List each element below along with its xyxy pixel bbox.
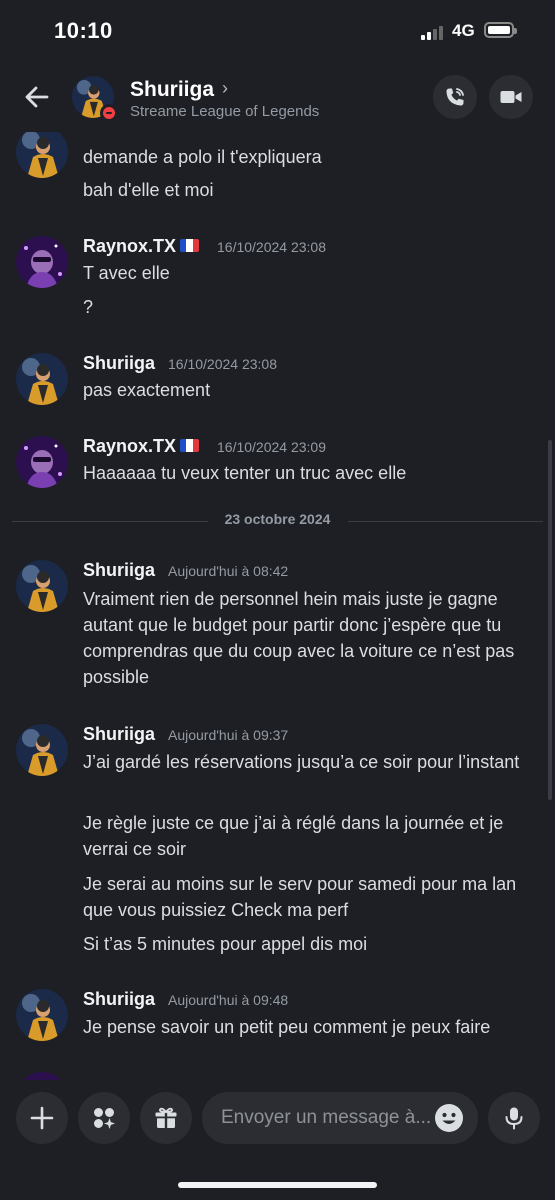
date-divider-label: 23 octobre 2024 — [224, 511, 331, 527]
message-text: Je serai au moins sur le serv pour samed… — [83, 874, 517, 920]
avatar[interactable] — [16, 436, 68, 488]
dnd-status-icon — [100, 104, 118, 122]
france-flag-icon — [180, 439, 200, 452]
video-camera-icon — [500, 91, 522, 103]
avatar[interactable] — [16, 236, 68, 288]
gift-icon — [155, 1107, 177, 1128]
message-text: demande a polo il t'expliquera — [83, 147, 322, 167]
microphone-icon — [505, 1107, 523, 1130]
phone-icon — [446, 88, 464, 106]
avatar[interactable] — [16, 560, 68, 612]
message-text: Si t’as 5 minutes pour appel dis moi — [83, 934, 368, 954]
status-bar: 10:10 4G — [0, 0, 555, 62]
message-author[interactable]: Raynox.TX — [83, 236, 200, 257]
message-text: Haaaaaa tu veux tenter un truc avec elle — [83, 463, 407, 483]
message-timestamp: 16/10/2024 23:08 — [217, 239, 326, 255]
signal-icon — [421, 24, 447, 40]
scrollbar[interactable] — [548, 440, 552, 800]
message-text: Vraiment rien de personnel hein mais jus… — [83, 589, 515, 687]
battery-icon — [484, 22, 517, 38]
message-text: bah d'elle et moi — [83, 180, 214, 200]
apps-button[interactable] — [78, 1092, 130, 1144]
add-attachment-button[interactable] — [16, 1092, 68, 1144]
message-text: ? — [83, 297, 94, 317]
voice-call-button[interactable] — [433, 75, 477, 119]
message-timestamp: Aujourd'hui à 09:37 — [168, 727, 289, 743]
message-author[interactable]: Shuriiga — [83, 353, 155, 374]
avatar[interactable] — [16, 1072, 68, 1080]
avatar[interactable] — [16, 353, 68, 405]
apps-sparkle-icon — [94, 1108, 115, 1129]
message-author[interactable]: Shuriiga — [83, 560, 155, 581]
author-name[interactable]: Raynox.TX — [83, 236, 176, 256]
voice-message-button[interactable] — [488, 1092, 540, 1144]
back-arrow-icon[interactable] — [22, 82, 52, 112]
home-indicator — [178, 1182, 377, 1188]
message-author[interactable]: Shuriiga — [83, 724, 155, 745]
plus-icon — [30, 1106, 54, 1130]
france-flag-icon — [180, 239, 200, 252]
message-timestamp: 16/10/2024 23:08 — [168, 356, 277, 372]
header-status: Streame League of Legends — [130, 103, 320, 120]
avatar[interactable] — [16, 132, 68, 178]
message-text: Je règle juste ce que j’ai à réglé dans … — [83, 813, 504, 859]
message-timestamp: 16/10/2024 23:09 — [217, 439, 326, 455]
date-divider: 23 octobre 2024 — [12, 511, 543, 531]
avatar[interactable] — [16, 989, 68, 1041]
message-input[interactable]: Envoyer un message à... — [202, 1092, 478, 1144]
message-timestamp: Aujourd'hui à 08:42 — [168, 563, 289, 579]
message-text: pas exactement — [83, 380, 211, 400]
author-name[interactable]: Raynox.TX — [83, 436, 176, 456]
message-input-placeholder: Envoyer un message à... — [221, 1107, 432, 1128]
network-type: 4G — [452, 21, 475, 40]
message-text: J’ai gardé les réservations jusqu’a ce s… — [83, 752, 520, 772]
header-name[interactable]: Shuriiga — [130, 78, 214, 102]
chevron-right-icon[interactable]: › — [222, 78, 228, 99]
emoji-icon[interactable] — [434, 1103, 464, 1133]
message-timestamp: Aujourd'hui à 09:48 — [168, 992, 289, 1008]
message-text: Je pense savoir un petit peu comment je … — [83, 1017, 491, 1037]
gift-button[interactable] — [140, 1092, 192, 1144]
message-text: T avec elle — [83, 263, 170, 283]
video-call-button[interactable] — [489, 75, 533, 119]
message-author[interactable]: Shuriiga — [83, 989, 155, 1010]
message-list[interactable]: demande a polo il t'expliquera bah d'ell… — [0, 132, 555, 1080]
chat-header: Shuriiga › Streame League of Legends — [0, 62, 555, 132]
status-time: 10:10 — [54, 18, 113, 43]
message-author[interactable]: Raynox.TX — [83, 436, 200, 457]
avatar[interactable] — [16, 724, 68, 776]
